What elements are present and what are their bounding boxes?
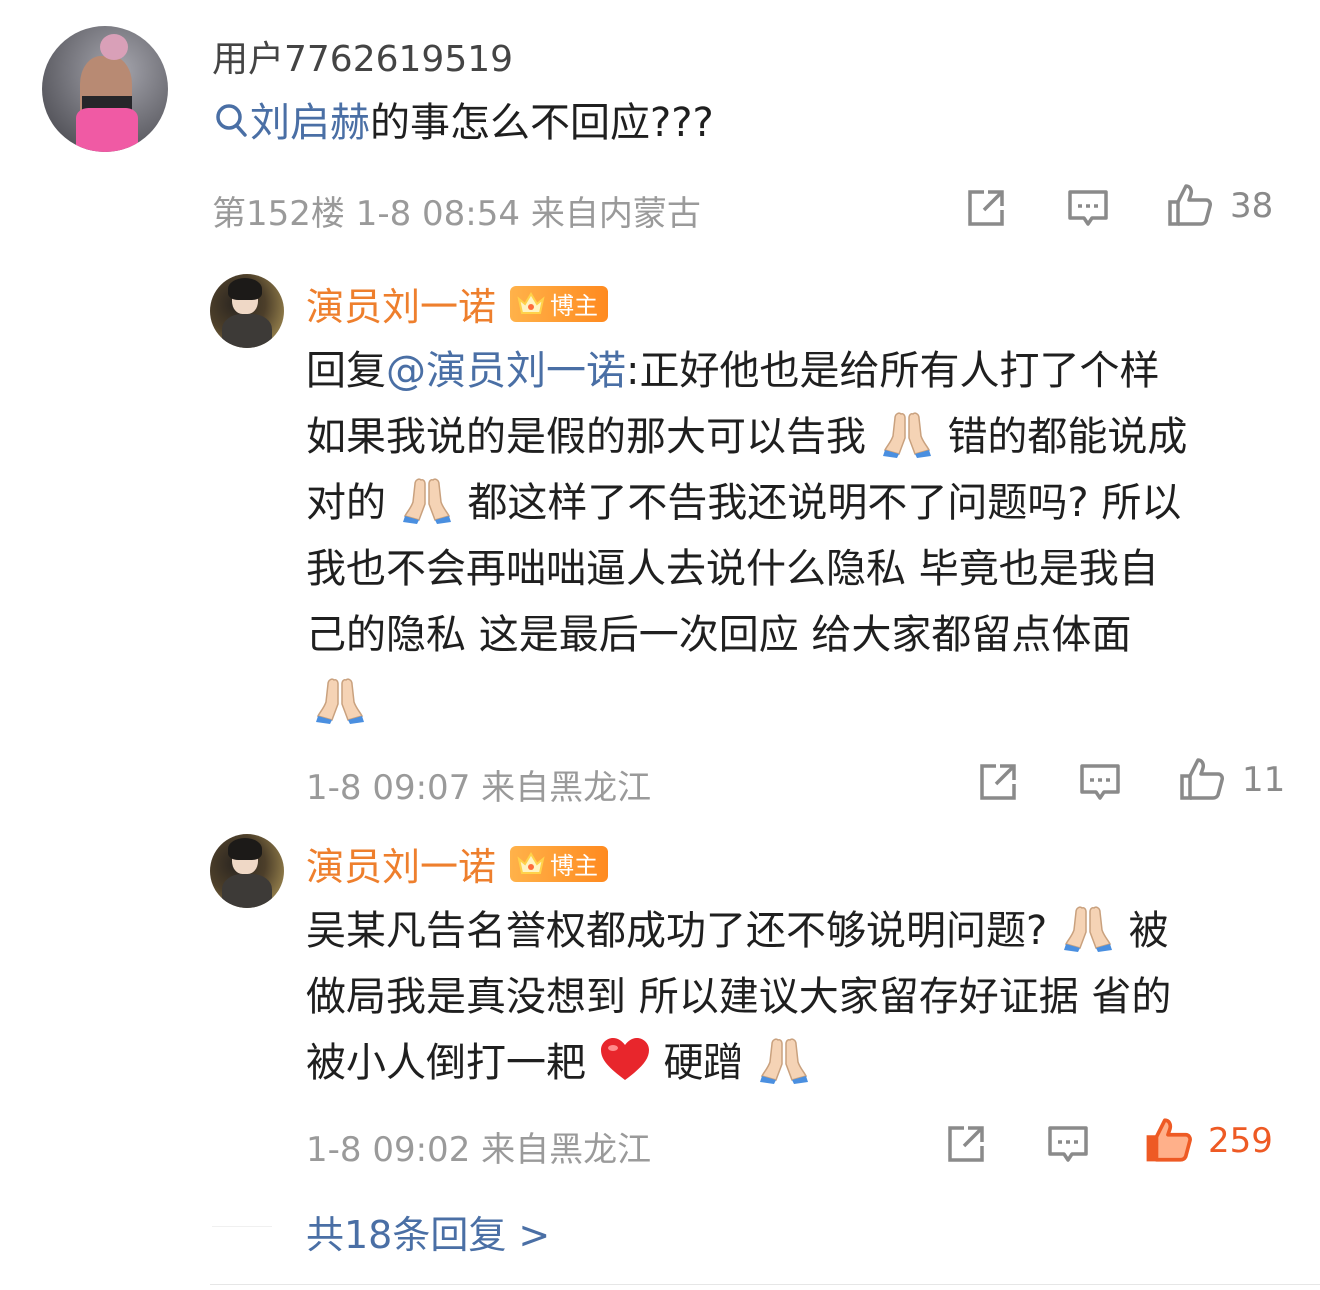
more-replies-link[interactable]: 共18条回复 > (306, 1204, 550, 1259)
reply2-username[interactable]: 演员刘一诺 (306, 836, 496, 891)
main-comment-meta: 第152楼 1-8 08:54 来自内蒙古 (212, 194, 701, 234)
share-icon (948, 1126, 984, 1162)
pray-emoji (316, 678, 364, 724)
reply2-line3a: 被小人倒打一耙 (306, 1040, 586, 1086)
reply2-header: 演员刘一诺 博主 (306, 836, 609, 891)
reply1-like-button[interactable]: 11 (1178, 756, 1285, 804)
reply1-share-button[interactable] (976, 760, 1020, 808)
like-icon (1180, 758, 1224, 800)
avatar-main-user[interactable] (42, 26, 168, 152)
comment-icon (1080, 764, 1120, 800)
reply1-meta: 1-8 09:07 来自黑龙江 (306, 768, 652, 808)
avatar-reply1[interactable] (210, 274, 284, 348)
reply1-line4: 我也不会再咄咄逼人去说什么隐私 毕竟也是我自 (306, 546, 1159, 592)
reply2-meta: 1-8 09:02 来自黑龙江 (306, 1130, 652, 1170)
topic-link[interactable]: 刘启赫 (250, 100, 370, 146)
reply2-line1: 吴某凡告名誉权都成功了还不够说明问题? 被 (306, 898, 1169, 964)
mention-link[interactable]: @演员刘一诺 (386, 348, 626, 394)
pray-emoji (402, 478, 451, 524)
comment-icon (1068, 190, 1108, 226)
comment-button[interactable] (1066, 186, 1110, 234)
reply2-comment-button[interactable] (1046, 1122, 1090, 1170)
reply1-line1-text: :正好他也是给所有人打了个样 (626, 348, 1160, 394)
share-button[interactable] (964, 186, 1008, 234)
reply1-username[interactable]: 演员刘一诺 (306, 276, 496, 331)
crown-icon (517, 851, 545, 874)
share-icon (968, 190, 1004, 226)
comment-icon (1048, 1126, 1088, 1162)
reply2-line1a: 吴某凡告名誉权都成功了还不够说明问题? (306, 908, 1048, 954)
main-username[interactable]: 用户7762619519 (212, 30, 513, 82)
reply-thread-stub (212, 1226, 272, 1227)
blogger-badge: 博主 (510, 285, 609, 322)
pray-emoji (1063, 906, 1112, 952)
share-icon (980, 764, 1016, 800)
like-icon (1168, 184, 1212, 226)
reply2-line1b: 被 (1128, 908, 1169, 954)
reply1-line3a: 对的 (306, 480, 386, 526)
reply1-like-count: 11 (1242, 760, 1286, 800)
main-comment-body: 的事怎么不回应??? (370, 100, 714, 146)
reply1-line2a: 如果我说的是假的那大可以告我 (306, 414, 866, 460)
avatar-reply2[interactable] (210, 834, 284, 908)
heart-emoji (600, 1038, 649, 1080)
pray-emoji (882, 412, 931, 458)
reply2-share-button[interactable] (944, 1122, 988, 1170)
reply2-line2: 做局我是真没想到 所以建议大家留存好证据 省的 (306, 974, 1172, 1020)
bottom-divider (210, 1284, 1320, 1285)
badge-label: 博主 (550, 852, 599, 880)
reply2-like-count: 259 (1208, 1121, 1273, 1161)
avatar-figure-pants (76, 108, 138, 152)
reply2-line3: 被小人倒打一耙 硬蹭 (306, 1030, 812, 1096)
main-comment-text: 刘启赫的事怎么不回应??? (214, 90, 714, 160)
reply1-line6 (312, 672, 368, 724)
like-button[interactable]: 38 (1166, 182, 1273, 230)
search-icon[interactable] (214, 94, 250, 160)
reply1-comment-button[interactable] (1078, 760, 1122, 808)
avatar-figure-head (100, 34, 128, 60)
avatar-coat (222, 314, 272, 348)
badge-label: 博主 (550, 292, 599, 320)
avatar-hair (228, 838, 262, 860)
like-count: 38 (1230, 186, 1274, 226)
reply1-header: 演员刘一诺 博主 (306, 276, 609, 331)
pray-emoji (760, 1038, 809, 1084)
crown-icon (517, 291, 545, 314)
reply1-line1: 回复@演员刘一诺:正好他也是给所有人打了个样 (306, 338, 1159, 404)
avatar-hair (228, 278, 262, 300)
reply1-line3b: 都这样了不告我还说明不了问题吗? 所以 (467, 480, 1182, 526)
blogger-badge: 博主 (510, 845, 609, 882)
reply-prefix: 回复 (306, 348, 386, 394)
avatar-coat (222, 874, 272, 908)
reply2-like-button[interactable]: 259 (1144, 1116, 1273, 1166)
reply1-line2b: 错的都能说成 (947, 414, 1188, 460)
reply1-line2: 如果我说的是假的那大可以告我 错的都能说成 (306, 404, 1187, 470)
reply1-line3: 对的 都这样了不告我还说明不了问题吗? 所以 (306, 470, 1181, 536)
reply2-line3b: 硬蹭 (663, 1040, 744, 1086)
like-icon-active (1146, 1118, 1192, 1162)
reply1-line5: 己的隐私 这是最后一次回应 给大家都留点体面 (306, 612, 1132, 658)
